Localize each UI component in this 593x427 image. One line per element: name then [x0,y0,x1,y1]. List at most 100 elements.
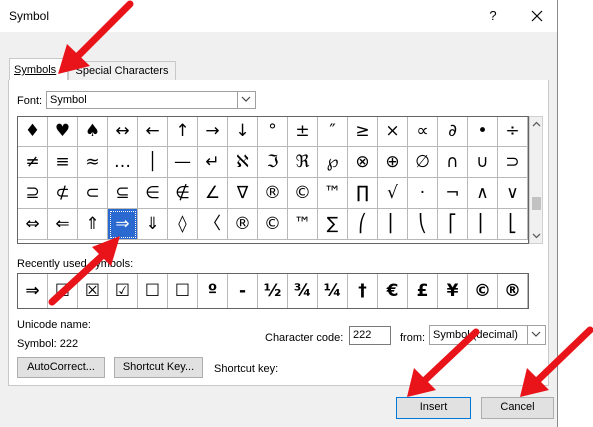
symbol-cell[interactable]: × [378,117,408,147]
recent-symbol-cell[interactable]: - [228,274,258,308]
symbol-cell[interactable]: ⊕ [378,147,408,178]
symbol-cell[interactable]: ™ [318,178,348,209]
symbol-cell[interactable]: ⎝ [408,209,438,240]
symbol-cell[interactable]: ÷ [498,117,528,147]
symbol-cell[interactable]: ♠ [78,117,108,147]
symbol-cell[interactable]: ∧ [468,178,498,209]
symbol-cell[interactable]: ∑ [318,209,348,240]
from-dropdown-button[interactable] [527,326,545,344]
symbol-cell[interactable]: ↑ [168,117,198,147]
symbol-cell[interactable]: ℜ [288,147,318,178]
symbol-cell[interactable]: ⊂ [78,178,108,209]
symbol-cell[interactable]: ⇑ [78,209,108,240]
symbol-cell[interactable]: ± [288,117,318,147]
scroll-down-icon[interactable] [532,231,541,240]
symbol-cell[interactable]: ⎜ [378,209,408,240]
symbol-cell[interactable]: ⊄ [48,178,78,209]
symbol-cell[interactable]: ⎛ [348,209,378,240]
symbol-cell[interactable]: ® [228,209,258,240]
font-select[interactable]: Symbol [46,91,256,109]
shortcut-key-button[interactable]: Shortcut Key... [114,357,203,378]
symbol-cell[interactable]: ♥ [48,117,78,147]
symbol-cell[interactable]: ← [138,117,168,147]
symbol-cell[interactable]: 〈 [198,209,228,240]
scroll-up-icon[interactable] [532,120,541,129]
symbol-cell[interactable]: ∅ [408,147,438,178]
symbol-cell[interactable]: ⇒ [108,209,138,240]
recent-symbol-cell[interactable]: ⇒ [18,274,48,308]
font-dropdown-button[interactable] [237,92,255,108]
symbol-cell[interactable]: ⊃ [498,147,528,178]
symbol-grid-scrollbar[interactable] [529,116,543,244]
symbol-cell[interactable]: ≡ [48,147,78,178]
recent-symbol-cell[interactable]: ® [498,274,528,308]
autocorrect-button[interactable]: AutoCorrect... [17,357,105,378]
symbol-cell[interactable]: ∩ [438,147,468,178]
recent-symbol-cell[interactable]: † [348,274,378,308]
symbol-cell[interactable]: ↔ [108,117,138,147]
symbol-cell[interactable]: ∏ [348,178,378,209]
symbol-cell[interactable]: © [258,209,288,240]
help-button[interactable]: ? [483,6,503,26]
symbol-cell[interactable]: ∝ [408,117,438,147]
recent-symbol-cell[interactable]: ¾ [288,274,318,308]
recent-symbol-cell[interactable]: ☐ [138,274,168,308]
symbol-cell[interactable]: ⇔ [18,209,48,240]
symbol-cell[interactable]: ⎣ [498,209,528,240]
symbol-cell[interactable]: ™ [288,209,318,240]
symbol-cell[interactable]: ∠ [198,178,228,209]
symbol-cell[interactable]: ♦ [18,117,48,147]
symbol-cell[interactable]: ⎢ [468,209,498,240]
symbol-cell[interactable]: │ [138,147,168,178]
recent-symbol-cell[interactable]: º [198,274,228,308]
symbol-cell[interactable]: ∨ [498,178,528,209]
symbol-cell[interactable]: ⊗ [348,147,378,178]
symbol-cell[interactable]: ≥ [348,117,378,147]
recent-symbol-cell[interactable]: ½ [258,274,288,308]
symbol-cell[interactable]: ↓ [228,117,258,147]
symbol-cell[interactable]: ∪ [468,147,498,178]
symbol-cell[interactable]: ⎡ [438,209,468,240]
character-code-input[interactable]: 222 [349,326,391,345]
symbol-cell[interactable]: ⇐ [48,209,78,240]
recent-symbol-cell[interactable]: ¼ [318,274,348,308]
symbol-cell[interactable]: • [468,117,498,147]
symbol-cell[interactable]: ℵ [228,147,258,178]
recent-symbol-cell[interactable]: £ [408,274,438,308]
symbol-cell[interactable]: ∇ [228,178,258,209]
recent-symbol-cell[interactable]: ¥ [438,274,468,308]
symbol-cell[interactable]: … [108,147,138,178]
scroll-thumb[interactable] [532,197,541,210]
insert-button[interactable]: Insert [396,397,471,419]
symbol-cell[interactable]: → [198,117,228,147]
symbol-cell[interactable]: ≈ [78,147,108,178]
symbol-cell[interactable]: ″ [318,117,348,147]
symbol-cell[interactable]: — [168,147,198,178]
symbol-cell[interactable]: ⇓ [138,209,168,240]
symbol-cell[interactable]: © [288,178,318,209]
tab-symbols[interactable]: Symbols [9,58,68,81]
recent-symbol-cell[interactable]: ☑ [108,274,138,308]
recent-symbol-cell[interactable]: ☐ [48,274,78,308]
cancel-button[interactable]: Cancel [481,397,554,419]
symbol-cell[interactable]: ◊ [168,209,198,240]
recent-symbol-cell[interactable]: ☒ [78,274,108,308]
symbol-cell[interactable]: ° [258,117,288,147]
symbol-cell[interactable]: ℑ [258,147,288,178]
symbol-cell[interactable]: √ [378,178,408,209]
symbol-cell[interactable]: ∉ [168,178,198,209]
close-button[interactable] [527,6,547,26]
symbol-cell[interactable]: ↵ [198,147,228,178]
tab-special-characters[interactable]: Special Characters [68,61,176,80]
symbol-cell[interactable]: · [408,178,438,209]
from-select[interactable]: Symbol (decimal) [429,325,546,345]
recent-symbol-cell[interactable]: © [468,274,498,308]
symbol-cell[interactable]: ¬ [438,178,468,209]
symbol-cell[interactable]: ⊇ [18,178,48,209]
symbol-cell[interactable]: ⊆ [108,178,138,209]
symbol-cell[interactable]: ≠ [18,147,48,178]
recent-symbol-cell[interactable]: ☐ [168,274,198,308]
symbol-cell[interactable]: ∂ [438,117,468,147]
symbol-cell[interactable]: ℘ [318,147,348,178]
recent-symbol-cell[interactable]: € [378,274,408,308]
